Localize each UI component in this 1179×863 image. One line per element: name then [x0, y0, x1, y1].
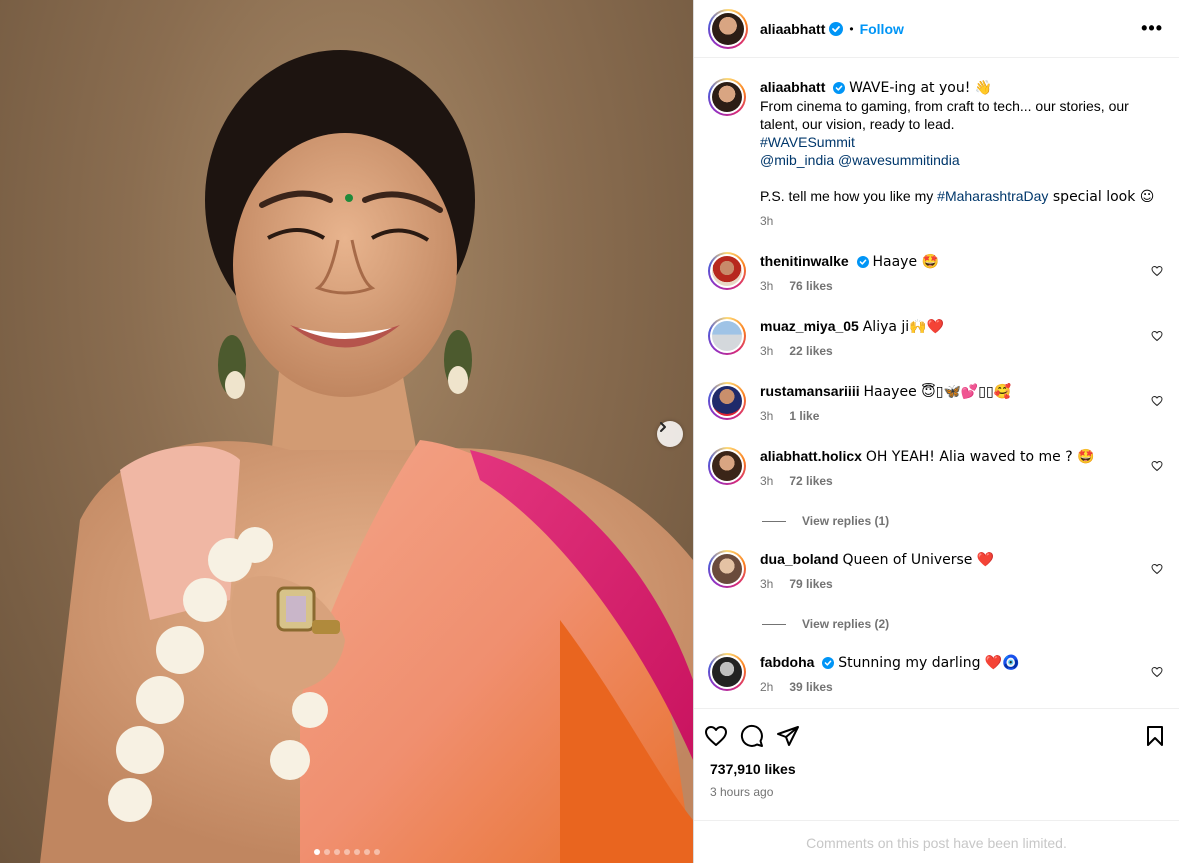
- comment-icon[interactable]: [740, 724, 764, 748]
- post-header: aliaabhatt • Follow •••: [694, 0, 1179, 58]
- avatar[interactable]: [708, 382, 746, 420]
- comment-text: Queen of Universe ❤️: [842, 552, 995, 568]
- post-dialog: aliaabhatt • Follow ••• aliaabhatt WAVE-…: [0, 0, 1179, 863]
- caption-time: 3h: [760, 214, 774, 228]
- hashtag-link[interactable]: #MaharashtraDay: [937, 188, 1048, 204]
- carousel-dot: [333, 849, 340, 855]
- carousel-dot: [343, 849, 350, 855]
- comment-time: 3h: [760, 577, 774, 591]
- verified-badge-icon: [822, 657, 835, 669]
- portrait-image: [40, 50, 693, 863]
- carousel-dot: [323, 849, 330, 855]
- carousel-dot: [353, 849, 360, 855]
- likes-count[interactable]: 737,910 likes: [704, 761, 1167, 777]
- avatar[interactable]: [708, 8, 748, 49]
- comment-time: 3h: [760, 474, 774, 488]
- next-slide-button[interactable]: [657, 421, 683, 447]
- comment-likes[interactable]: 1 like: [789, 407, 819, 425]
- post-actions: 737,910 likes 3 hours ago Comments on th…: [694, 708, 1179, 863]
- comment-likes[interactable]: 79 likes: [789, 575, 832, 593]
- comment-time: 2h: [760, 680, 774, 694]
- comment-likes[interactable]: 72 likes: [789, 472, 832, 490]
- view-replies-button[interactable]: View replies (2): [762, 617, 1163, 631]
- heart-icon[interactable]: [1151, 395, 1163, 407]
- heart-icon[interactable]: [1151, 563, 1163, 575]
- comment-text: Haaye 🤩: [872, 254, 939, 270]
- carousel-dot: [363, 849, 370, 855]
- caption-username[interactable]: aliaabhatt: [760, 79, 825, 95]
- comments-limited-notice: Comments on this post have been limited.: [694, 820, 1179, 851]
- comment-row: fabdoha Stunning my darling ❤️🧿 2h 39 li…: [708, 653, 1163, 696]
- comment-text: OH YEAH! Alia waved to me ? 🤩: [865, 449, 1095, 465]
- post-photo[interactable]: [0, 0, 693, 863]
- author-username[interactable]: aliaabhatt: [760, 21, 825, 37]
- avatar[interactable]: [708, 653, 746, 691]
- caption-line2: From cinema to gaming, from craft to tec…: [760, 98, 1129, 132]
- verified-badge-icon: [856, 256, 869, 268]
- caption: aliaabhatt WAVE-ing at you! 👋 From cinem…: [708, 78, 1163, 230]
- comment-likes[interactable]: 39 likes: [789, 678, 832, 696]
- heart-icon[interactable]: [1151, 265, 1163, 277]
- comment-username[interactable]: dua_boland: [760, 551, 839, 567]
- comment-text: Aliya ji🙌❤️: [862, 319, 945, 335]
- comment-username[interactable]: thenitinwalke: [760, 253, 849, 269]
- heart-icon[interactable]: [704, 724, 728, 748]
- bookmark-icon[interactable]: [1143, 724, 1167, 748]
- hashtag-link[interactable]: #WAVESummit: [760, 133, 1163, 151]
- divider: [762, 623, 786, 625]
- carousel-dot: [313, 849, 320, 855]
- comment-row: rustamansariiii Haayee 😇▯🦋💕▯▯🥰 3h 1 like: [708, 382, 1163, 425]
- view-replies-button[interactable]: View replies (1): [762, 514, 1163, 528]
- ps-text: P.S. tell me how you like my: [760, 188, 938, 204]
- comment-username[interactable]: rustamansariiii: [760, 383, 860, 399]
- comment-row: dua_boland Queen of Universe ❤️ 3h 79 li…: [708, 550, 1163, 593]
- follow-button[interactable]: Follow: [860, 21, 904, 37]
- view-replies-label: View replies (2): [802, 617, 890, 631]
- chevron-right-icon: [660, 422, 666, 432]
- comment-row: aliabhatt.holicx OH YEAH! Alia waved to …: [708, 447, 1163, 490]
- carousel-indicator: [0, 849, 693, 855]
- mention-link[interactable]: @mib_india: [760, 152, 834, 168]
- avatar[interactable]: [708, 252, 746, 290]
- heart-icon[interactable]: [1151, 330, 1163, 342]
- separator: •: [849, 21, 854, 36]
- carousel-dot: [373, 849, 380, 855]
- comment-username[interactable]: muaz_miya_05: [760, 318, 859, 334]
- comment-text: Haayee 😇▯🦋💕▯▯🥰: [863, 384, 1012, 400]
- heart-icon[interactable]: [1151, 666, 1163, 678]
- comment-likes[interactable]: 22 likes: [789, 342, 832, 360]
- comments-list[interactable]: aliaabhatt WAVE-ing at you! 👋 From cinem…: [694, 58, 1179, 708]
- avatar[interactable]: [708, 317, 746, 355]
- more-options-button[interactable]: •••: [1141, 18, 1163, 39]
- post-side-panel: aliaabhatt • Follow ••• aliaabhatt WAVE-…: [693, 0, 1179, 863]
- comment-row: muaz_miya_05 Aliya ji🙌❤️ 3h 22 likes: [708, 317, 1163, 360]
- view-replies-label: View replies (1): [802, 514, 890, 528]
- ps-suffix: special look ☺: [1048, 189, 1155, 205]
- caption-line1: WAVE-ing at you! 👋: [849, 80, 993, 96]
- verified-badge-icon: [833, 82, 846, 94]
- comment-text: Stunning my darling ❤️🧿: [838, 655, 1020, 671]
- comment-username[interactable]: fabdoha: [760, 654, 814, 670]
- divider: [762, 520, 786, 522]
- avatar[interactable]: [708, 550, 746, 588]
- mention-link[interactable]: @wavesummitindia: [838, 152, 960, 168]
- comment-likes[interactable]: 76 likes: [789, 277, 832, 295]
- post-timestamp: 3 hours ago: [710, 785, 774, 799]
- heart-icon[interactable]: [1151, 460, 1163, 472]
- comment-row: thenitinwalke Haaye 🤩 3h 76 likes: [708, 252, 1163, 295]
- comment-time: 3h: [760, 344, 774, 358]
- avatar[interactable]: [708, 78, 746, 116]
- comment-username[interactable]: aliabhatt.holicx: [760, 448, 862, 464]
- avatar[interactable]: [708, 447, 746, 485]
- share-icon[interactable]: [776, 724, 800, 748]
- comment-time: 3h: [760, 409, 774, 423]
- verified-badge-icon: [829, 21, 844, 36]
- comment-time: 3h: [760, 279, 774, 293]
